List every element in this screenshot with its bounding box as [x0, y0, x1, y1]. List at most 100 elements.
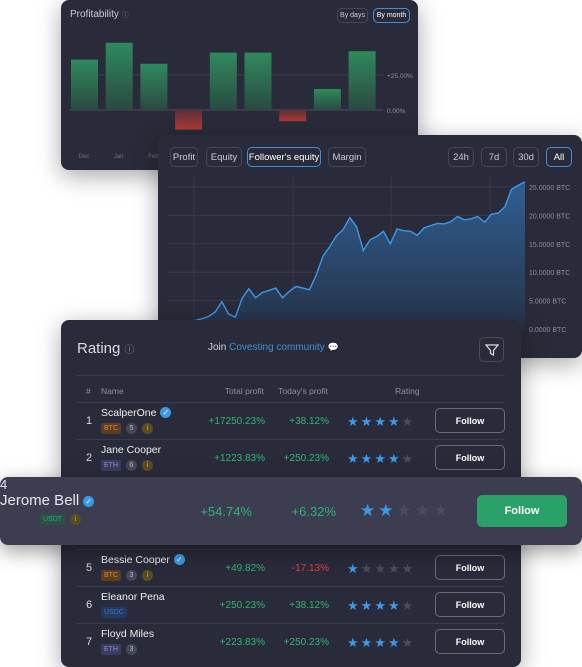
- ytick: 15.0000 BTC: [529, 242, 570, 249]
- bar: [348, 51, 376, 110]
- total-profit: +54.74%: [200, 504, 252, 519]
- rank: 4: [0, 477, 8, 492]
- follow-button[interactable]: Follow: [477, 495, 567, 527]
- verified-icon: ✓: [160, 407, 172, 418]
- follow-button[interactable]: Follow: [435, 408, 505, 433]
- info-icon[interactable]: i: [142, 570, 153, 581]
- ytick: 5.0000 BTC: [529, 299, 566, 306]
- total-profit: +223.83%: [219, 637, 265, 648]
- filter-button[interactable]: [479, 337, 504, 362]
- trader-name[interactable]: Eleanor Pena: [101, 591, 165, 603]
- month-label: Dec: [79, 154, 90, 160]
- star-icon: ★: [374, 561, 386, 576]
- bar: [175, 110, 203, 130]
- follow-button[interactable]: Follow: [435, 629, 505, 654]
- today-profit: -17.13%: [291, 563, 329, 574]
- verified-icon: ✓: [173, 554, 185, 565]
- star-rating: ★ ★ ★ ★ ★: [347, 415, 413, 428]
- star-icon: ★: [347, 598, 359, 613]
- trader-name[interactable]: Floyd Miles: [101, 628, 154, 640]
- count-badge: 5: [126, 423, 137, 434]
- col-today-profit: Today's profit: [278, 386, 328, 396]
- currency-tag: USDT: [40, 514, 66, 525]
- count-badge: 3: [126, 570, 137, 581]
- total-profit: +49.82%: [225, 563, 265, 574]
- star-icon: ★: [387, 414, 400, 429]
- col-rating: Rating: [395, 386, 420, 396]
- tags: USDC: [101, 607, 127, 618]
- ytick: 20.0000 BTC: [529, 213, 570, 220]
- info-icon[interactable]: ⓘ: [125, 345, 135, 356]
- info-icon[interactable]: i: [70, 514, 82, 525]
- trader-name-text: Bessie Cooper: [101, 554, 170, 566]
- total-profit: +17250.23%: [208, 416, 265, 427]
- col-total-profit: Total profit: [224, 386, 264, 396]
- star-icon: ★: [374, 635, 386, 650]
- table-row: 1 ScalperOne ✓ BTC 5 i +17250.23% +38.12% ★ ★ ★ ★ ★ F…: [77, 402, 505, 439]
- rank: 1: [86, 415, 93, 427]
- ytick: 10.0000 BTC: [529, 270, 570, 277]
- today-profit: +250.23%: [283, 637, 329, 648]
- count-badge: 3: [126, 644, 137, 655]
- community-link[interactable]: Covesting community: [229, 342, 325, 353]
- trader-name-text: Jane Cooper: [101, 444, 162, 456]
- today-profit: +38.12%: [289, 600, 329, 611]
- star-icon: ★: [414, 501, 430, 520]
- count-badge: 6: [126, 460, 137, 471]
- join-text: Join: [208, 342, 227, 353]
- trader-name[interactable]: ScalperOne ✓: [101, 407, 172, 419]
- trader-name[interactable]: Jane Cooper: [101, 444, 161, 456]
- star-icon: ★: [360, 561, 373, 576]
- star-rating: ★ ★ ★ ★ ★: [347, 636, 413, 649]
- star-icon: ★: [396, 501, 412, 520]
- rating-title: Rating ⓘ: [77, 340, 135, 357]
- bar: [209, 52, 237, 110]
- tags: USDT i: [40, 514, 82, 525]
- star-icon: ★: [401, 635, 414, 650]
- star-icon: ★: [374, 451, 386, 466]
- currency-tag: BTC: [101, 423, 121, 434]
- info-icon[interactable]: i: [142, 460, 153, 471]
- star-icon: ★: [374, 414, 386, 429]
- star-icon: ★: [374, 598, 386, 613]
- rank: 2: [86, 452, 93, 464]
- verified-icon: ✓: [83, 496, 95, 507]
- table-row: 2 Jane Cooper ETH 6 i +1223.83% +250.23% ★ ★ ★ ★ ★ F…: [77, 439, 505, 476]
- highlighted-row[interactable]: 4 Jerome Bell ✓ USDT i +54.74% +6.32% ★ ★ ★ ★ ★ Foll…: [0, 477, 582, 545]
- today-profit: +250.23%: [283, 453, 329, 464]
- star-icon: ★: [347, 451, 359, 466]
- bar: [244, 52, 272, 110]
- bar: [279, 110, 307, 122]
- follow-button[interactable]: Follow: [435, 592, 505, 617]
- star-icon: ★: [347, 561, 359, 576]
- info-icon[interactable]: i: [142, 423, 153, 434]
- star-icon: ★: [360, 414, 373, 429]
- star-icon: ★: [401, 598, 414, 613]
- tags: BTC 5 i: [101, 423, 153, 434]
- star-rating: ★ ★ ★ ★ ★: [360, 502, 448, 519]
- currency-tag: ETH: [101, 644, 121, 655]
- today-profit: +6.32%: [291, 504, 336, 519]
- chat-icon: 💬: [327, 342, 339, 352]
- tags: ETH 6 i: [101, 460, 153, 471]
- trader-name-text: Eleanor Pena: [101, 591, 165, 603]
- trader-name-text: ScalperOne: [101, 407, 157, 419]
- star-icon: ★: [387, 635, 400, 650]
- trader-name-text: Jerome Bell: [0, 492, 80, 509]
- join-community: Join Covesting community 💬: [208, 342, 339, 353]
- ytick-25: +25.00%: [387, 73, 413, 80]
- table-row: 7 Floyd Miles ETH 3 +223.83% +250.23% ★ ★ ★ ★ ★ Fol…: [77, 623, 505, 660]
- star-icon: ★: [401, 451, 414, 466]
- follow-button[interactable]: Follow: [435, 555, 505, 580]
- tags: BTC 3 i: [101, 570, 153, 581]
- today-profit: +38.12%: [289, 416, 329, 427]
- currency-tag: ETH: [101, 460, 121, 471]
- star-rating: ★ ★ ★ ★ ★: [347, 562, 413, 575]
- star-icon: ★: [387, 598, 400, 613]
- tags: ETH 3: [101, 644, 137, 655]
- trader-name[interactable]: Bessie Cooper ✓: [101, 554, 185, 566]
- currency-tag: USDC: [101, 607, 127, 618]
- bar: [71, 59, 98, 110]
- month-label: Jan: [114, 154, 124, 160]
- follow-button[interactable]: Follow: [435, 445, 505, 470]
